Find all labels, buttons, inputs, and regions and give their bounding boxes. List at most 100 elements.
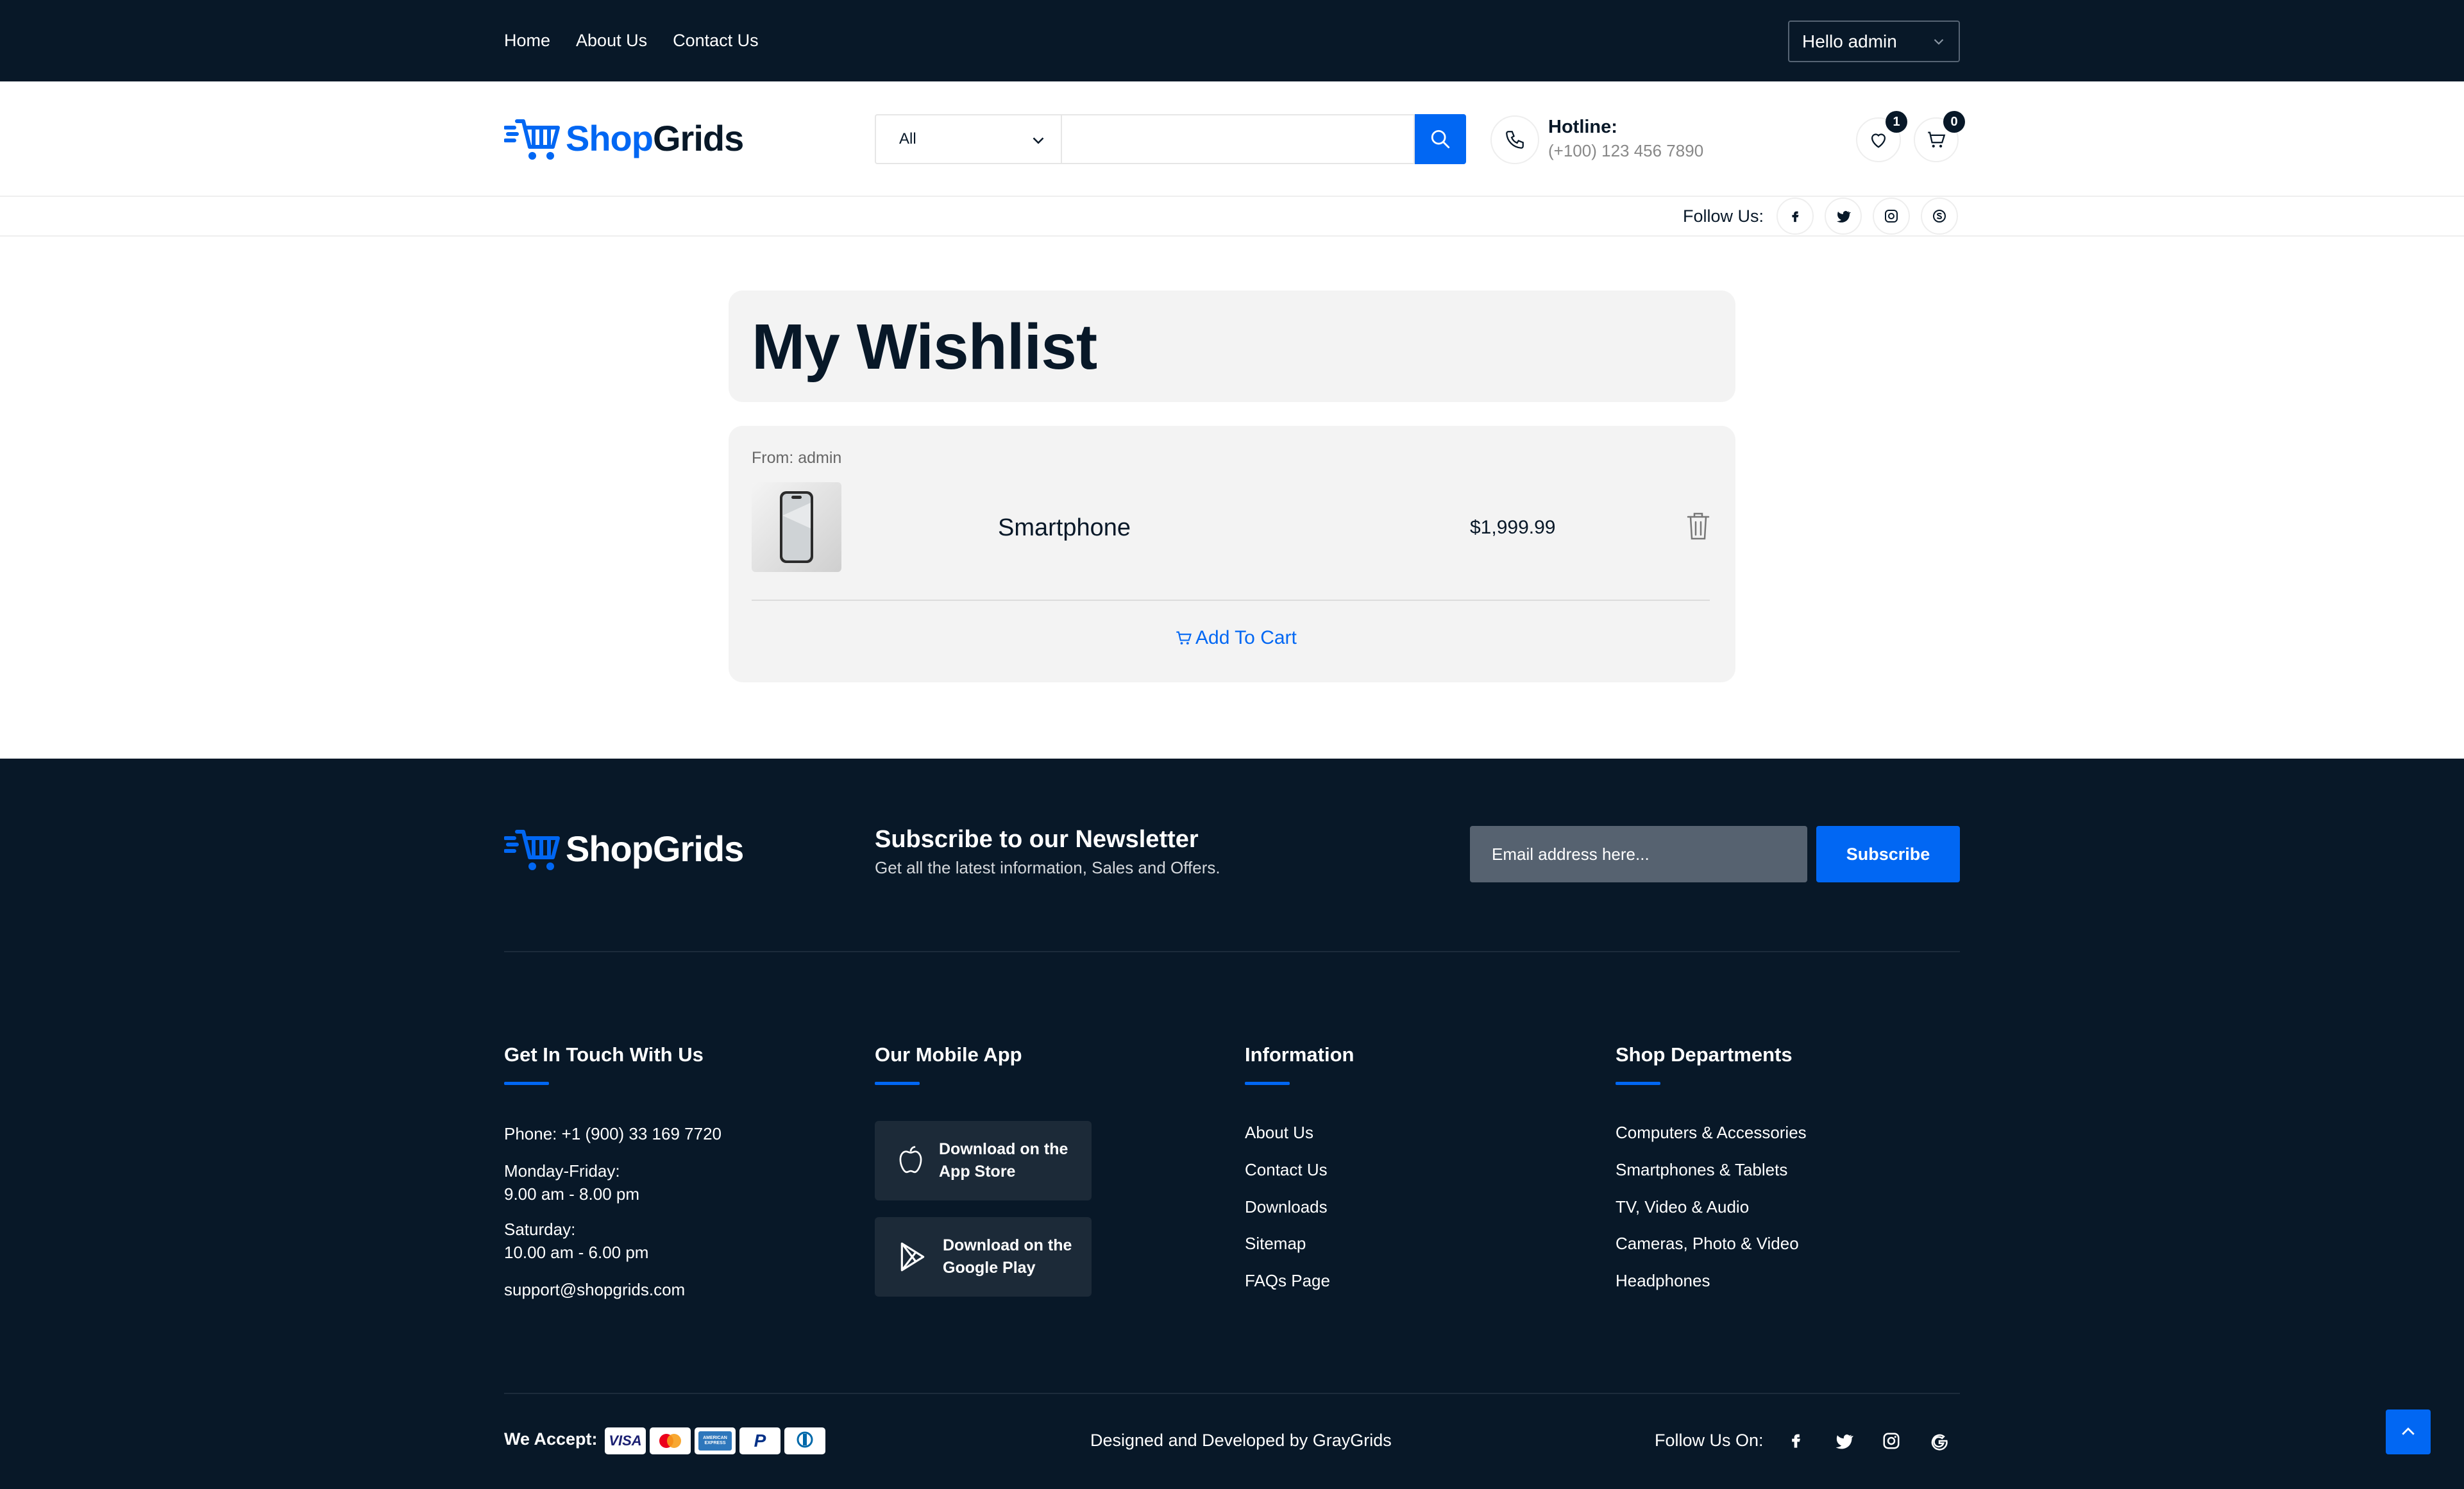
product-price: $1,999.99 <box>1470 517 1556 538</box>
weekday-label: Monday-Friday: <box>504 1161 620 1181</box>
footer-twitter-icon[interactable] <box>1834 1431 1853 1451</box>
chevron-down-icon <box>1033 137 1044 144</box>
user-menu-select[interactable]: Hello admin <box>1788 21 1960 62</box>
chevron-up-icon <box>2402 1427 2415 1435</box>
newsletter-subtitle: Get all the latest information, Sales an… <box>875 858 1220 877</box>
add-to-cart-button[interactable]: Add To Cart <box>1175 627 1297 649</box>
title-underline <box>875 1082 920 1085</box>
category-select[interactable]: All <box>875 114 1061 164</box>
departments-title: Shop Departments <box>1616 1043 1793 1066</box>
twitter-link[interactable] <box>1825 198 1862 235</box>
dept-link-headphones[interactable]: Headphones <box>1616 1269 1710 1292</box>
info-link-contact-us[interactable]: Contact Us <box>1245 1158 1328 1181</box>
cart-icon <box>1176 631 1192 645</box>
dept-link-smartphones[interactable]: Smartphones & Tablets <box>1616 1158 1787 1181</box>
title-underline <box>504 1082 549 1085</box>
instagram-icon <box>1885 210 1898 223</box>
smartphone-icon <box>780 491 813 563</box>
search-button[interactable] <box>1415 114 1466 164</box>
wishlist-count-badge: 1 <box>1886 111 1907 133</box>
support-email[interactable]: support@shopgrids.com <box>504 1278 685 1301</box>
app-store-button[interactable]: Download on the App Store <box>875 1121 1092 1200</box>
header-logo[interactable]: ShopGrids <box>504 112 744 164</box>
dept-link-cameras[interactable]: Cameras, Photo & Video <box>1616 1232 1799 1255</box>
info-link-faqs[interactable]: FAQs Page <box>1245 1269 1330 1292</box>
info-link-sitemap[interactable]: Sitemap <box>1245 1232 1306 1255</box>
follow-bar <box>0 197 2464 237</box>
twitter-icon <box>1837 211 1851 223</box>
dept-link-tv-video[interactable]: TV, Video & Audio <box>1616 1195 1749 1218</box>
facebook-link[interactable] <box>1776 198 1814 235</box>
cart-count-badge: 0 <box>1943 111 1965 133</box>
paypal-card-icon: P <box>739 1427 781 1454</box>
cart-logo-icon <box>504 119 560 160</box>
facebook-icon <box>1792 211 1799 223</box>
footer <box>0 759 2464 1489</box>
nav-about-us[interactable]: About Us <box>576 31 647 51</box>
brand-name: ShopGrids <box>566 117 744 158</box>
skype-link[interactable] <box>1921 198 1958 235</box>
newsletter-email-input[interactable]: Email address here... <box>1470 826 1807 882</box>
wishlist-owner: From: admin <box>752 449 842 467</box>
footer-divider <box>504 951 1960 952</box>
weekday-hours: 9.00 am - 8.00 pm <box>504 1184 639 1204</box>
footer-brand-name: ShopGrids <box>566 828 744 869</box>
trash-icon[interactable] <box>1685 510 1711 541</box>
title-underline <box>1616 1082 1660 1085</box>
email-placeholder: Email address here... <box>1492 844 1650 864</box>
app-store-label: Download on the App Store <box>939 1140 1068 1181</box>
user-greeting: Hello admin <box>1802 31 1897 51</box>
chevron-down-icon <box>1934 38 1944 45</box>
mastercard-icon <box>650 1427 691 1454</box>
footer-google-icon[interactable] <box>1930 1431 1949 1451</box>
footer-credit: Designed and Developed by GrayGrids <box>1090 1431 1392 1450</box>
phone-icon-circle <box>1490 115 1539 164</box>
phone-icon <box>1506 131 1524 149</box>
footer-bottom-divider <box>504 1393 1960 1394</box>
product-name[interactable]: Smartphone <box>998 514 1131 542</box>
contact-phone[interactable]: Phone: +1 (900) 33 169 7720 <box>504 1122 721 1145</box>
google-play-label: Download on the Google Play <box>943 1236 1072 1277</box>
google-play-button[interactable]: Download on the Google Play <box>875 1217 1092 1297</box>
cart-icon <box>1928 131 1946 148</box>
product-image[interactable] <box>752 482 841 572</box>
heart-icon <box>1871 133 1886 148</box>
saturday-label: Saturday: <box>504 1220 576 1239</box>
newsletter-title: Subscribe to our Newsletter <box>875 826 1199 853</box>
mobile-app-title: Our Mobile App <box>875 1043 1022 1066</box>
instagram-link[interactable] <box>1873 198 1910 235</box>
category-selected: All <box>899 130 916 147</box>
apple-icon <box>899 1146 922 1174</box>
add-to-cart-label: Add To Cart <box>1195 627 1297 648</box>
we-accept-label: We Accept: <box>504 1429 598 1449</box>
top-bar <box>0 0 2464 81</box>
follow-us-label: Follow Us: <box>1683 206 1764 226</box>
google-play-icon <box>900 1242 925 1272</box>
item-divider <box>752 600 1710 601</box>
subscribe-button[interactable]: Subscribe <box>1816 826 1960 882</box>
scroll-to-top-button[interactable] <box>2386 1409 2431 1454</box>
hotline-label: Hotline: <box>1548 117 1617 137</box>
nav-contact-us[interactable]: Contact Us <box>673 31 759 51</box>
info-link-downloads[interactable]: Downloads <box>1245 1195 1328 1218</box>
footer-instagram-icon[interactable] <box>1882 1431 1901 1451</box>
amex-card-icon: AMERICAN EXPRESS <box>695 1427 736 1454</box>
search-icon <box>1431 130 1450 149</box>
nav-home[interactable]: Home <box>504 31 550 51</box>
footer-logo[interactable]: ShopGrids <box>504 823 744 874</box>
search-input[interactable] <box>1061 114 1415 164</box>
diners-club-card-icon <box>784 1427 825 1454</box>
skype-icon <box>1933 210 1946 223</box>
hotline-number[interactable]: (+100) 123 456 7890 <box>1548 141 1703 161</box>
dept-link-computers[interactable]: Computers & Accessories <box>1616 1121 1807 1144</box>
cart-logo-icon <box>504 830 560 870</box>
page-title: My Wishlist <box>752 311 1097 383</box>
saturday-hours: 10.00 am - 6.00 pm <box>504 1243 649 1262</box>
information-title: Information <box>1245 1043 1354 1066</box>
follow-us-on-label: Follow Us On: <box>1655 1431 1764 1450</box>
title-underline <box>1245 1082 1290 1085</box>
footer-facebook-icon[interactable] <box>1787 1431 1805 1449</box>
visa-card-icon: VISA <box>605 1427 646 1454</box>
contact-title: Get In Touch With Us <box>504 1043 704 1066</box>
info-link-about-us[interactable]: About Us <box>1245 1121 1313 1144</box>
